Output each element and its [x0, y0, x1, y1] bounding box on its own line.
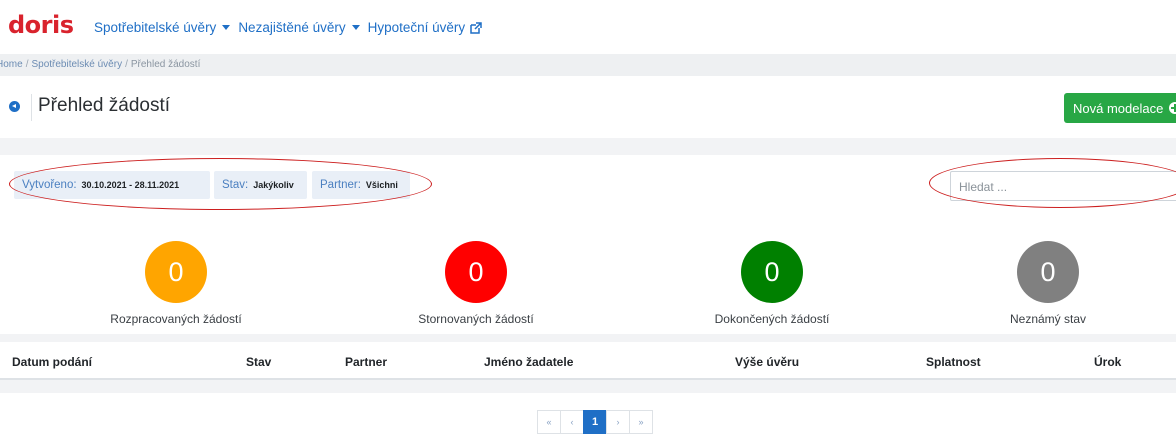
pagination: « ‹ 1 › »	[537, 410, 653, 434]
page-next-button[interactable]: ›	[606, 410, 630, 434]
page-last-button[interactable]: »	[629, 410, 653, 434]
main-nav: Spotřebitelské úvěry Nezajištěné úvěry H…	[94, 20, 482, 35]
created-date-filter[interactable]: Vytvořeno: 30.10.2021 - 28.11.2021	[14, 171, 210, 199]
caret-down-icon	[222, 25, 231, 30]
table-header: Datum podání Stav Partner Jméno žadatele…	[0, 342, 1176, 380]
new-modelation-label: Nová modelace	[1073, 100, 1164, 116]
stat-label: Rozpracovaných žádostí	[110, 312, 242, 326]
plus-circle-icon	[1169, 102, 1176, 114]
nav-item-mortgage-loans[interactable]: Hypoteční úvěry	[368, 20, 483, 35]
status-filter-value: Jakýkoliv	[253, 180, 294, 190]
filter-bar: Vytvořeno: 30.10.2021 - 28.11.2021 Stav:…	[0, 155, 1176, 217]
top-navbar: doris Spotřebitelské úvěry Nezajištěné ú…	[0, 0, 1176, 54]
title-divider	[31, 94, 32, 121]
stats-panel: 0 Rozpracovaných žádostí 0 Stornovaných …	[0, 217, 1176, 334]
nav-item-label: Hypoteční úvěry	[367, 20, 466, 35]
stat-completed[interactable]: 0 Dokončených žádostí	[672, 227, 872, 326]
partner-filter-label: Partner:	[320, 179, 361, 191]
stat-label: Dokončených žádostí	[714, 312, 830, 326]
pagination-area: « ‹ 1 › »	[0, 393, 1176, 434]
column-header-status[interactable]: Stav	[246, 355, 271, 369]
status-filter[interactable]: Stav: Jakýkoliv	[214, 171, 307, 199]
stat-label: Neznámý stav	[1009, 312, 1087, 326]
search-input[interactable]: Hledat ...	[950, 171, 1176, 201]
column-header-partner[interactable]: Partner	[345, 355, 387, 369]
doris-logo[interactable]: doris	[8, 11, 74, 39]
stat-label: Stornovaných žádostí	[418, 312, 534, 326]
column-header-interest[interactable]: Úrok	[1094, 355, 1121, 369]
stat-count-circle: 0	[145, 241, 207, 303]
created-filter-label: Vytvořeno:	[22, 179, 77, 191]
column-header-date[interactable]: Datum podání	[12, 355, 92, 369]
breadcrumb-current: Přehled žádostí	[130, 59, 201, 70]
page-current-button[interactable]: 1	[583, 410, 607, 434]
stat-count-circle: 0	[1017, 241, 1079, 303]
created-filter-value: 30.10.2021 - 28.11.2021	[81, 180, 180, 190]
caret-down-icon	[351, 25, 360, 30]
partner-filter[interactable]: Partner: Všichni	[312, 171, 410, 199]
nav-item-unsecured-loans[interactable]: Nezajištěné úvěry	[238, 20, 360, 35]
partner-filter-value: Všichni	[365, 180, 398, 190]
column-header-applicant[interactable]: Jméno žadatele	[484, 355, 573, 369]
nav-item-label: Nezajištěné úvěry	[238, 20, 346, 35]
stat-count-circle: 0	[445, 241, 507, 303]
external-link-icon	[470, 21, 482, 34]
stat-in-progress[interactable]: 0 Rozpracovaných žádostí	[76, 227, 276, 326]
column-header-loan-amount[interactable]: Výše úvěru	[735, 355, 799, 369]
nav-item-label: Spotřebitelské úvěry	[94, 20, 217, 35]
page-first-button[interactable]: «	[537, 410, 561, 434]
page-title: Přehled žádostí	[38, 95, 171, 116]
nav-item-consumer-loans[interactable]: Spotřebitelské úvěry	[94, 20, 231, 35]
column-header-maturity[interactable]: Splatnost	[926, 355, 981, 369]
stat-count-circle: 0	[741, 241, 803, 303]
page-prev-button[interactable]: ‹	[560, 410, 584, 434]
breadcrumb-consumer-loans[interactable]: Spotřebitelské úvěry	[31, 59, 122, 70]
back-arrow-icon[interactable]	[9, 101, 20, 112]
page-header: Přehled žádostí Nová modelace	[0, 76, 1176, 138]
breadcrumb-home[interactable]: Home	[0, 59, 23, 70]
stat-cancelled[interactable]: 0 Stornovaných žádostí	[376, 227, 576, 326]
stat-unknown[interactable]: 0 Neznámý stav	[948, 227, 1148, 326]
new-modelation-button[interactable]: Nová modelace	[1064, 93, 1176, 123]
breadcrumb: Home/Spotřebitelské úvěry/Přehled žádost…	[0, 54, 1176, 76]
status-filter-label: Stav:	[222, 179, 249, 191]
